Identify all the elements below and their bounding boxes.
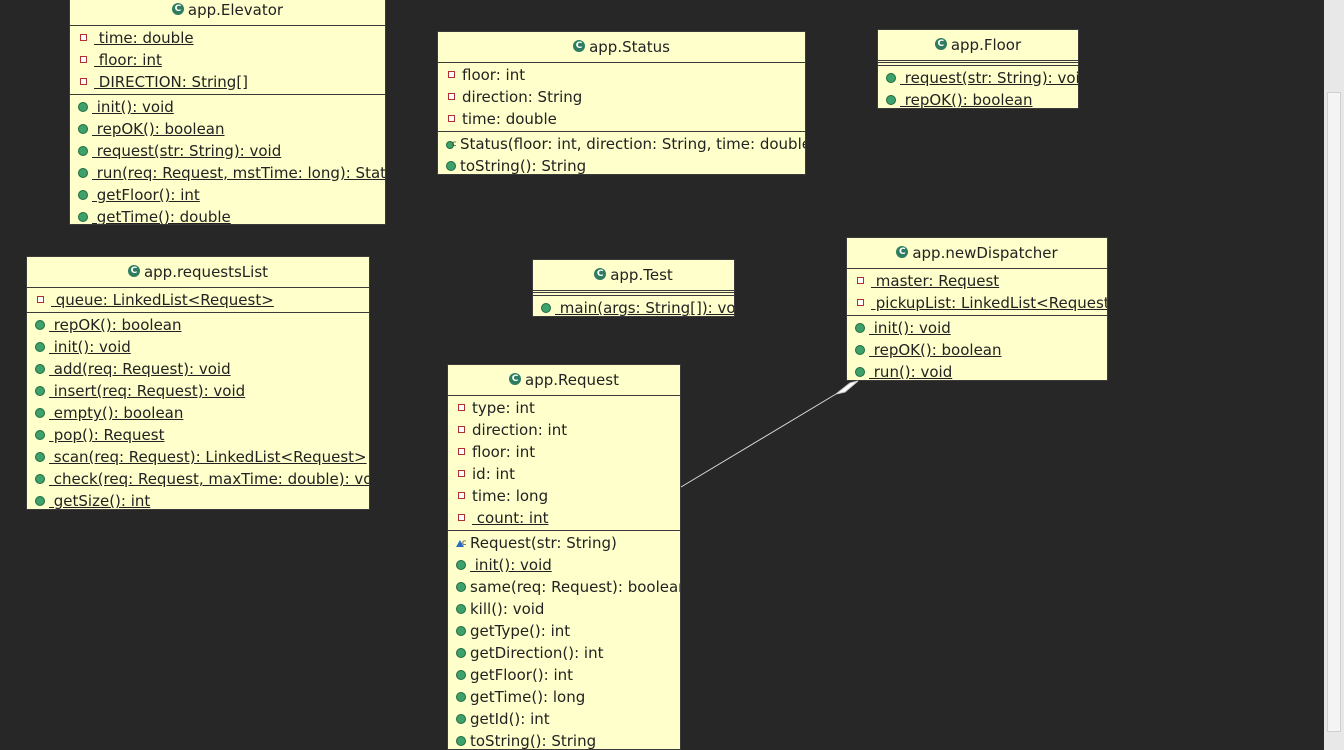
connector-line: [680, 393, 837, 488]
composition-diamond: [835, 380, 859, 395]
vertical-scrollbar[interactable]: [1324, 0, 1344, 750]
scrollbar-thumb[interactable]: [1327, 92, 1341, 732]
composition-connector: [680, 380, 859, 488]
